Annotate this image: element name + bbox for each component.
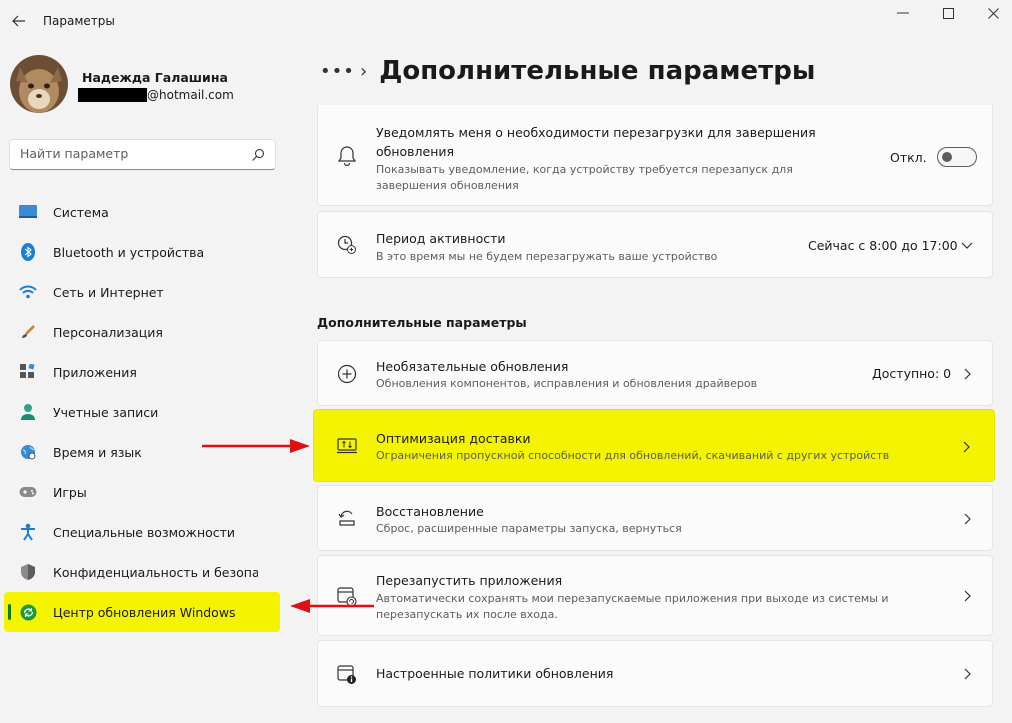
optional-updates-card[interactable]: Необязательные обновления Обновления ком… xyxy=(317,340,993,406)
sidebar-item-windows-update[interactable]: Центр обновления Windows xyxy=(4,592,280,632)
shield-icon xyxy=(19,563,37,581)
sidebar-item-label: Игры xyxy=(53,484,87,500)
system-icon xyxy=(19,203,37,221)
chevron-right-icon xyxy=(964,590,971,602)
sidebar-item-system[interactable]: Система xyxy=(4,192,280,232)
toggle-state-label: Откл. xyxy=(890,150,927,165)
card-desc: В это время мы не будем перезагружать ва… xyxy=(376,250,718,263)
breadcrumb-more-button[interactable]: ••• xyxy=(320,61,354,82)
chevron-right-icon xyxy=(963,441,970,453)
bell-icon xyxy=(336,145,358,167)
active-hours-value: Сейчас с 8:00 до 17:00 xyxy=(808,238,958,253)
annotation-arrow-left xyxy=(290,599,374,613)
search-input[interactable] xyxy=(20,146,245,161)
page-title: Дополнительные параметры xyxy=(379,56,816,86)
sidebar-item-label: Bluetooth и устройства xyxy=(53,244,205,260)
sidebar-item-bluetooth[interactable]: Bluetooth и устройства xyxy=(4,232,280,272)
apps-icon xyxy=(19,363,37,381)
card-title: Оптимизация доставки xyxy=(376,431,531,446)
card-title: Период активности xyxy=(376,231,506,246)
card-desc: Обновления компонентов, исправления и об… xyxy=(376,377,758,390)
card-title: Необязательные обновления xyxy=(376,359,569,374)
plus-circle-icon xyxy=(336,363,358,385)
globe-icon xyxy=(19,443,37,461)
avatar-picture-icon xyxy=(10,55,68,113)
email-redaction xyxy=(78,88,147,102)
app-title: Параметры xyxy=(43,14,115,28)
chevron-right-icon xyxy=(964,368,971,380)
card-desc: Ограничения пропускной способности для о… xyxy=(376,449,890,462)
sidebar-item-apps[interactable]: Приложения xyxy=(4,352,280,392)
sidebar-item-accessibility[interactable]: Специальные возможности xyxy=(4,512,280,552)
sidebar-item-label: Персонализация xyxy=(53,324,163,340)
account-icon xyxy=(19,403,37,421)
sidebar-nav: Система Bluetooth и устройства Сеть и Ин… xyxy=(4,192,280,632)
email-suffix: @hotmail.com xyxy=(147,88,234,102)
card-title-line2: обновления xyxy=(376,144,455,159)
back-arrow-icon xyxy=(12,15,25,27)
active-hours-icon xyxy=(336,234,358,256)
title-bar: Параметры xyxy=(0,0,1012,42)
restart-apps-card[interactable]: Перезапустить приложения Автоматически с… xyxy=(317,555,993,636)
accessibility-icon xyxy=(19,523,37,541)
sidebar-item-label: Конфиденциальность и безопасность xyxy=(53,564,258,580)
gamepad-icon xyxy=(19,483,37,501)
search-box[interactable] xyxy=(9,139,276,170)
active-hours-card[interactable]: Период активности В это время мы не буде… xyxy=(317,211,993,278)
minimize-icon xyxy=(897,12,909,14)
search-icon[interactable] xyxy=(251,148,265,162)
chevron-down-icon[interactable] xyxy=(960,238,974,252)
policy-info-icon xyxy=(336,664,358,686)
sidebar-item-network[interactable]: Сеть и Интернет xyxy=(4,272,280,312)
user-avatar[interactable] xyxy=(10,55,68,113)
optional-updates-count: Доступно: 0 xyxy=(872,366,952,381)
sidebar-item-accounts[interactable]: Учетные записи xyxy=(4,392,280,432)
delivery-optimization-card[interactable]: Оптимизация доставки Ограничения пропуск… xyxy=(313,409,995,482)
card-desc-line2: перезапускать их после входа. xyxy=(376,608,558,621)
update-icon xyxy=(19,603,37,621)
sidebar-item-gaming[interactable]: Игры xyxy=(4,472,280,512)
annotation-arrow-right xyxy=(202,439,310,453)
sidebar-item-label: Приложения xyxy=(53,364,137,380)
card-title: Перезапустить приложения xyxy=(376,573,563,588)
minimize-button[interactable] xyxy=(880,2,926,24)
card-title: Восстановление xyxy=(376,504,484,519)
bluetooth-icon xyxy=(19,243,37,261)
chevron-right-icon xyxy=(964,513,971,525)
card-desc-line1: Показывать уведомление, когда устройству… xyxy=(376,163,793,176)
card-desc-line1: Автоматически сохранять мои перезапускае… xyxy=(376,592,889,605)
section-header: Дополнительные параметры xyxy=(317,315,527,330)
sidebar-item-personalization[interactable]: Персонализация xyxy=(4,312,280,352)
card-desc: Сброс, расширенные параметры запуска, ве… xyxy=(376,522,682,535)
user-name: Надежда Галашина xyxy=(82,70,228,85)
maximize-button[interactable] xyxy=(925,2,971,24)
maximize-icon xyxy=(942,7,954,19)
card-desc-line2: завершения обновления xyxy=(376,179,519,192)
chevron-right-icon: › xyxy=(360,60,368,82)
update-policies-card[interactable]: Настроенные политики обновления xyxy=(317,640,993,707)
toggle-knob xyxy=(942,152,952,162)
chevron-right-icon xyxy=(964,668,971,680)
card-title-line1: Уведомлять меня о необходимости перезагр… xyxy=(376,125,816,140)
wifi-icon xyxy=(19,283,37,301)
sidebar-item-privacy[interactable]: Конфиденциальность и безопасность xyxy=(4,552,280,592)
user-email: @hotmail.com xyxy=(78,88,234,102)
recovery-icon xyxy=(336,507,358,529)
sidebar-item-label: Специальные возможности xyxy=(53,524,236,540)
back-button[interactable] xyxy=(8,10,30,32)
recovery-card[interactable]: Восстановление Сброс, расширенные параме… xyxy=(317,485,993,551)
notify-restart-card: Уведомлять меня о необходимости перезагр… xyxy=(317,105,993,206)
breadcrumb: ••• › Дополнительные параметры xyxy=(320,56,815,86)
close-icon xyxy=(987,7,999,19)
sidebar-item-label: Учетные записи xyxy=(53,404,159,420)
card-title: Настроенные политики обновления xyxy=(376,666,614,681)
sidebar-item-label: Центр обновления Windows xyxy=(53,604,236,620)
sidebar-item-label: Система xyxy=(53,204,109,220)
brush-icon xyxy=(19,323,37,341)
close-button[interactable] xyxy=(970,2,1012,24)
notify-restart-toggle[interactable] xyxy=(937,147,977,167)
delivery-optimization-icon xyxy=(336,435,358,457)
sidebar-item-label: Сеть и Интернет xyxy=(53,284,164,300)
